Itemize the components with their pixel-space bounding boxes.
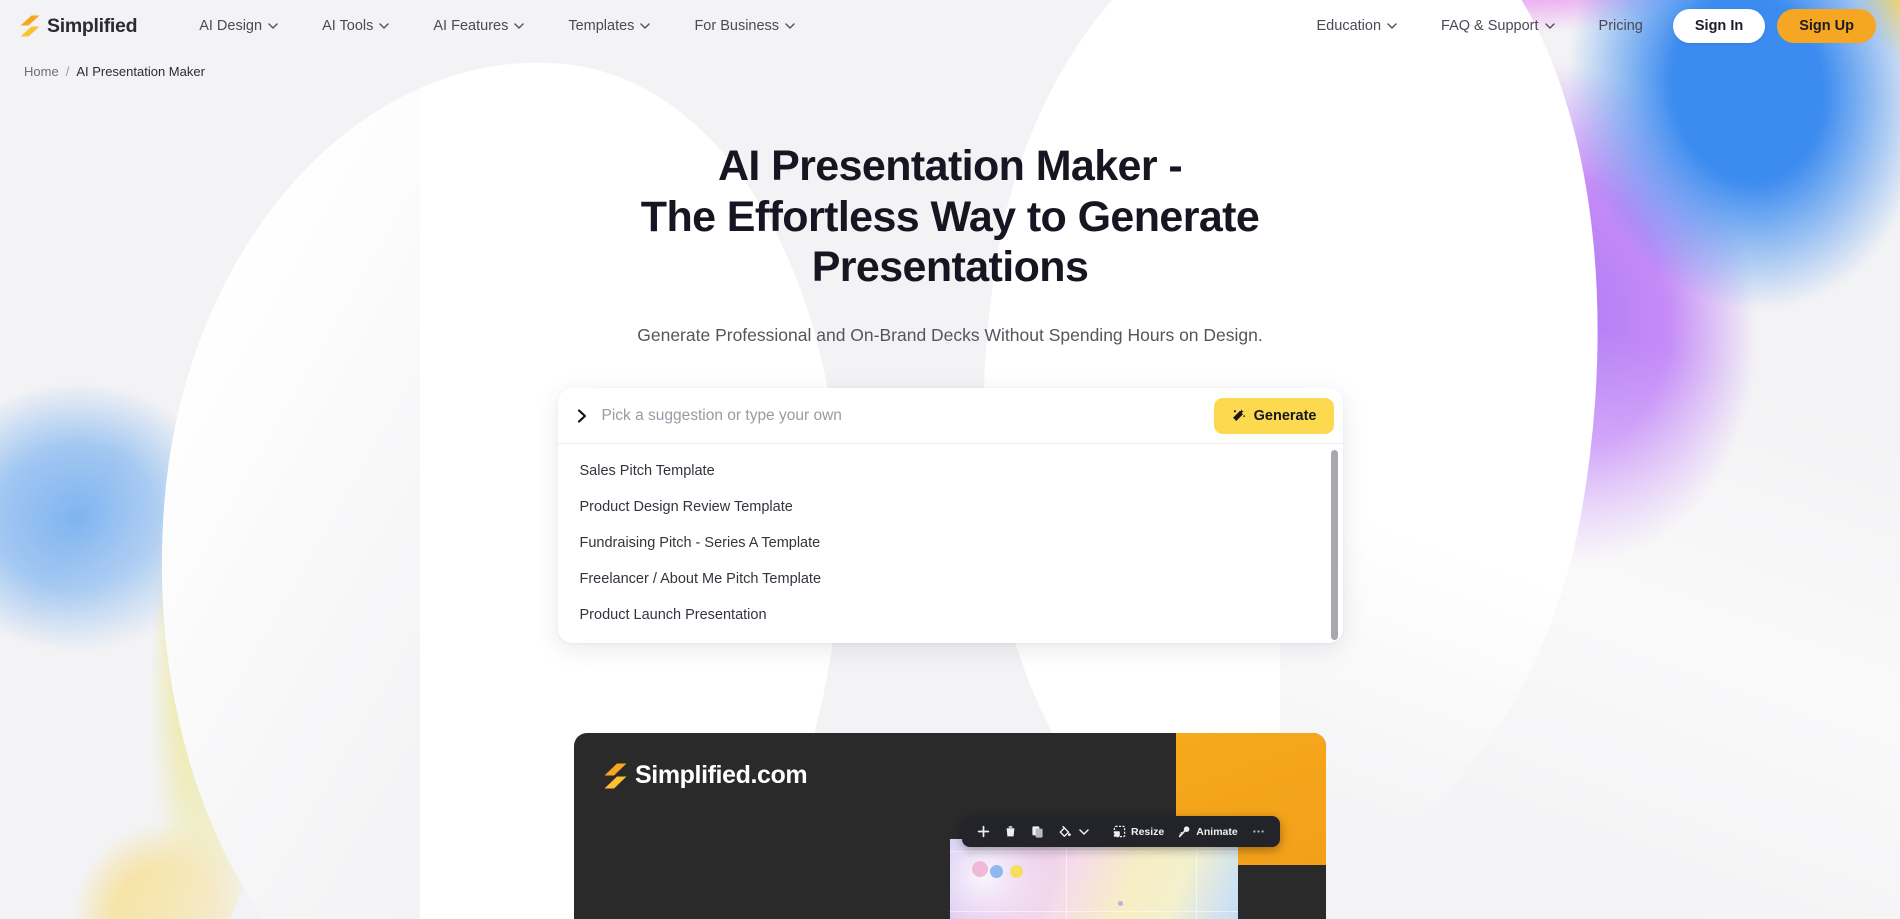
hero-section: AI Presentation Maker - The Effortless W…	[0, 79, 1900, 346]
toolbar-more-button[interactable]	[1245, 822, 1272, 841]
chevron-right-icon[interactable]	[576, 408, 588, 424]
generate-button-label: Generate	[1253, 407, 1317, 424]
preview-brand: Simplified.com	[604, 761, 808, 790]
breadcrumb: Home / AI Presentation Maker	[0, 52, 1900, 79]
nav-item-pricing[interactable]: Pricing	[1577, 10, 1665, 42]
gradient-blob-left	[0, 330, 290, 919]
hero-subtitle: Generate Professional and On-Brand Decks…	[637, 325, 1263, 346]
prompt-input-row: Generate	[557, 388, 1343, 445]
nav-label: Templates	[568, 18, 635, 34]
preview-brand-text: Simplified.com	[635, 761, 808, 790]
nav-item-templates[interactable]: Templates	[546, 10, 672, 42]
simplified-bolt-logo-icon	[604, 763, 627, 789]
page-title: AI Presentation Maker - The Effortless W…	[560, 141, 1340, 293]
video-preview-card[interactable]: Simplified.com Resize Animate	[574, 733, 1326, 919]
paint-bucket-icon	[1059, 826, 1071, 838]
nav-label: Pricing	[1598, 18, 1643, 34]
nav-label: AI Features	[433, 18, 509, 34]
breadcrumb-separator: /	[65, 64, 70, 79]
simplified-bolt-logo-icon	[20, 15, 40, 37]
chevron-down-icon	[785, 23, 795, 29]
prompt-input[interactable]	[601, 406, 1214, 425]
list-item[interactable]: Sales Pitch Template	[558, 453, 1343, 489]
chevron-down-icon	[1387, 23, 1397, 29]
sign-up-button[interactable]: Sign Up	[1777, 9, 1876, 43]
top-navbar: Simplified AI Design AI Tools AI Feature…	[0, 0, 1900, 52]
nav-item-education[interactable]: Education	[1295, 10, 1420, 42]
chevron-down-icon	[379, 23, 390, 29]
magic-wand-icon	[1232, 409, 1245, 422]
chevron-down-icon	[1544, 23, 1555, 29]
hero-title-line-1: AI Presentation Maker -	[717, 142, 1183, 190]
plus-icon	[977, 825, 990, 838]
toolbar-resize-button[interactable]: Resize	[1106, 822, 1171, 841]
nav-label: Education	[1316, 18, 1382, 34]
chevron-down-icon	[514, 23, 525, 29]
toolbar-add-button[interactable]	[970, 822, 997, 841]
nav-item-ai-tools[interactable]: AI Tools	[300, 10, 411, 42]
sign-in-button[interactable]: Sign In	[1672, 9, 1766, 43]
duplicate-icon	[1032, 826, 1043, 838]
toolbar-delete-button[interactable]	[997, 822, 1024, 841]
navbar-right-links: Education FAQ & Support Pricing Sign In …	[1295, 9, 1876, 43]
toolbar-color-button[interactable]	[1051, 822, 1096, 841]
preview-section: Simplified.com Resize Animate	[574, 733, 1326, 919]
suggestion-scrollbar-thumb[interactable]	[1330, 450, 1338, 641]
toolbar-animate-button[interactable]: Animate	[1171, 822, 1244, 841]
navbar-left-links: AI Design AI Tools AI Features Templates…	[177, 10, 817, 42]
list-item[interactable]: Fundraising Pitch - Series A Template	[558, 525, 1343, 561]
breadcrumb-current: AI Presentation Maker	[76, 64, 205, 79]
nav-label: For Business	[694, 18, 780, 34]
suggestion-list: Sales Pitch Template Product Design Revi…	[558, 444, 1343, 643]
nav-label: AI Tools	[322, 18, 374, 34]
nav-label: AI Design	[199, 18, 263, 34]
nav-item-ai-design[interactable]: AI Design	[177, 10, 300, 42]
nav-label: FAQ & Support	[1441, 18, 1539, 34]
hero-title-line-3: Presentations	[811, 243, 1089, 292]
canvas-floating-toolbar: Resize Animate	[962, 816, 1280, 848]
generate-button[interactable]: Generate	[1213, 397, 1334, 434]
list-item[interactable]: Product Design Review Template	[558, 489, 1343, 525]
chevron-down-icon	[1079, 828, 1089, 835]
nav-item-ai-features[interactable]: AI Features	[411, 10, 546, 42]
brand-logo-text: Simplified	[47, 14, 138, 37]
list-item[interactable]: Freelancer / About Me Pitch Template	[558, 561, 1343, 597]
slide-grid-overlay	[950, 839, 1238, 919]
nav-item-for-business[interactable]: For Business	[672, 10, 817, 42]
nav-item-faq-support[interactable]: FAQ & Support	[1419, 10, 1577, 42]
page-root: Simplified AI Design AI Tools AI Feature…	[0, 0, 1900, 919]
toolbar-resize-label: Resize	[1131, 825, 1165, 838]
breadcrumb-home-link[interactable]: Home	[24, 64, 59, 79]
resize-icon	[1113, 825, 1126, 838]
toolbar-duplicate-button[interactable]	[1024, 822, 1051, 841]
trash-icon	[1006, 826, 1015, 837]
list-item[interactable]: Product Launch Presentation	[558, 597, 1343, 633]
prompt-section: Generate Sales Pitch Template Product De…	[557, 388, 1343, 644]
slide-canvas[interactable]	[950, 839, 1238, 919]
chevron-down-icon	[268, 23, 278, 29]
prompt-card: Generate Sales Pitch Template Product De…	[557, 388, 1343, 644]
chevron-down-icon	[640, 23, 651, 29]
hero-title-line-2: The Effortless Way to Generate	[640, 192, 1260, 241]
more-horizontal-icon	[1253, 830, 1264, 833]
brand-logo[interactable]: Simplified	[20, 15, 137, 38]
animate-icon	[1179, 826, 1190, 838]
toolbar-animate-label: Animate	[1196, 825, 1238, 838]
